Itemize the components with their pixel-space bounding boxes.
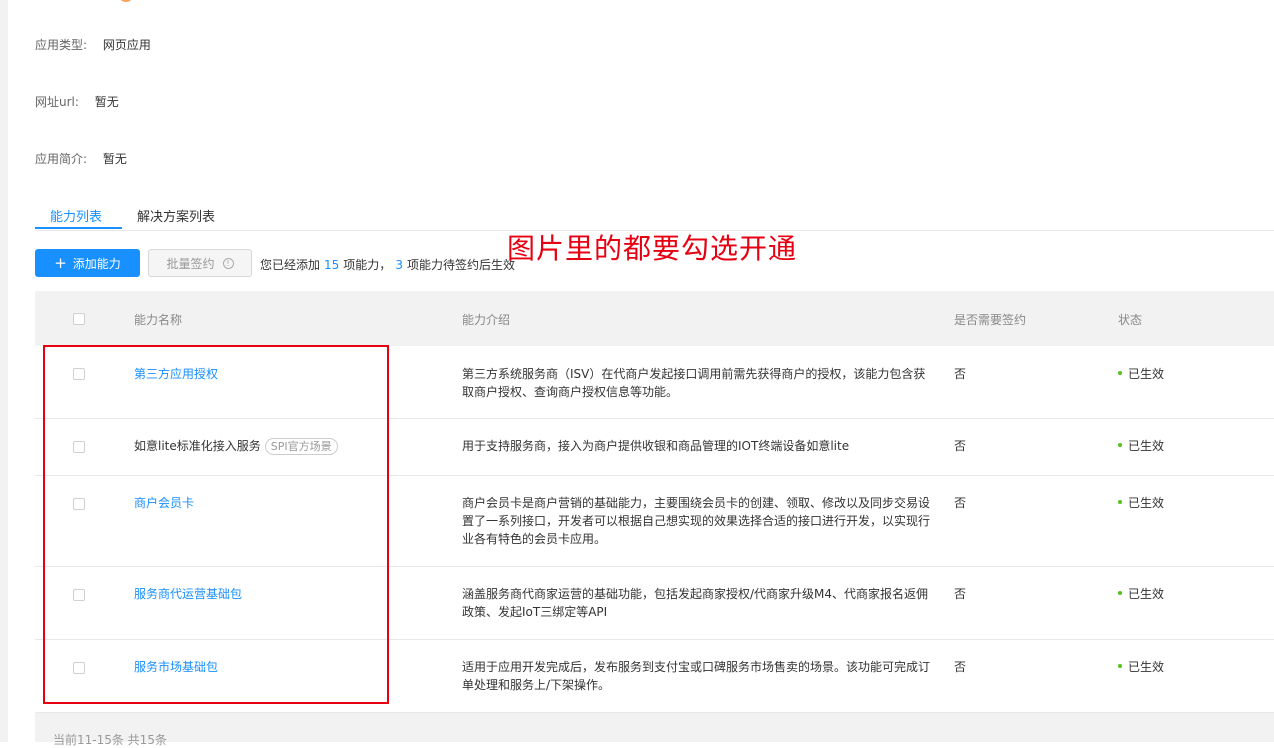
capability-description: 用于支持服务商，接入为商户提供收银和商品管理的IOT终端设备如意lite [462, 439, 850, 453]
capability-description: 涵盖服务商代商家运营的基础功能，包括发起商家授权/代商家升级M4、代商家报名返佣… [462, 587, 929, 619]
info-value: 网页应用 [102, 38, 151, 52]
needs-signing-value: 否 [954, 660, 967, 674]
summary-text: 您已经添加 [260, 258, 321, 272]
capability-description: 商户会员卡是商户营销的基础能力，主要围绕会员卡的创建、领取、修改以及同步交易设置… [462, 496, 931, 546]
needs-signing-value: 否 [954, 367, 967, 381]
pagination-footer: 当前11-15条 共15条 [35, 713, 1274, 747]
tab-solution-list[interactable]: 解决方案列表 [137, 206, 215, 225]
status-badge: 已生效 [1118, 585, 1164, 603]
header-description: 能力介绍 [462, 313, 511, 327]
batch-sign-label: 批量签约 [166, 256, 215, 271]
header-status: 状态 [1118, 313, 1143, 327]
capability-description: 第三方系统服务商（ISV）在代商户发起接口调用前需先获得商户的授权，该能力包含获… [462, 367, 926, 399]
info-value: 暂无 [94, 95, 119, 109]
info-icon: ! [222, 257, 234, 269]
summary-text: 项能力待签约后生效 [406, 258, 515, 272]
status-badge: 已生效 [1118, 494, 1164, 512]
add-capability-button[interactable]: + 添加能力 [35, 249, 140, 277]
status-text: 已生效 [1128, 439, 1165, 453]
info-label: 应用类型: [35, 38, 88, 52]
pending-count: 3 [395, 258, 403, 272]
info-label: 网址url: [35, 95, 79, 109]
summary-text: 项能力， [343, 258, 392, 272]
annotation-text: 图片里的都要勾选开通 [507, 232, 798, 265]
select-all-checkbox[interactable] [73, 313, 85, 325]
status-dot-icon [1118, 590, 1122, 595]
batch-sign-button[interactable]: 批量签约 ! [148, 249, 252, 277]
needs-signing-value: 否 [954, 496, 967, 510]
plus-icon: + [54, 253, 67, 272]
header-name: 能力名称 [134, 313, 183, 327]
left-edge-strip [0, 0, 8, 742]
status-text: 已生效 [1128, 367, 1165, 381]
status-dot-icon [1118, 663, 1122, 668]
status-badge: 已生效 [1118, 658, 1164, 676]
info-label: 应用简介: [35, 152, 88, 166]
active-tab-indicator [35, 227, 122, 229]
info-app-type: 应用类型: 网页应用 [35, 36, 151, 53]
status-dot-icon [1118, 499, 1122, 504]
status-text: 已生效 [1128, 496, 1165, 510]
header-needs-signing: 是否需要签约 [954, 313, 1027, 327]
capability-description: 适用于应用开发完成后，发布服务到支付宝或口碑服务市场售卖的场景。该功能可完成订单… [462, 660, 931, 692]
pagination-text: 当前11-15条 共15条 [53, 733, 167, 747]
annotation-highlight-box [43, 345, 389, 704]
added-count: 15 [324, 258, 340, 272]
status-badge: 已生效 [1118, 437, 1164, 455]
tab-capability-list[interactable]: 能力列表 [50, 206, 102, 225]
status-dot-icon [1118, 370, 1122, 375]
info-description: 应用简介: 暂无 [35, 150, 127, 167]
capability-summary: 您已经添加 15 项能力， 3 项能力待签约后生效 [260, 256, 515, 273]
table-header: 能力名称 能力介绍 是否需要签约 状态 [35, 291, 1274, 346]
add-capability-label: 添加能力 [72, 256, 121, 271]
needs-signing-value: 否 [954, 587, 967, 601]
status-dot-icon [1118, 442, 1122, 447]
info-url: 网址url: 暂无 [35, 93, 119, 110]
status-badge: 已生效 [1118, 365, 1164, 383]
status-text: 已生效 [1128, 660, 1165, 674]
app-logo [118, 0, 134, 2]
needs-signing-value: 否 [954, 439, 967, 453]
status-text: 已生效 [1128, 587, 1165, 601]
info-value: 暂无 [102, 152, 127, 166]
